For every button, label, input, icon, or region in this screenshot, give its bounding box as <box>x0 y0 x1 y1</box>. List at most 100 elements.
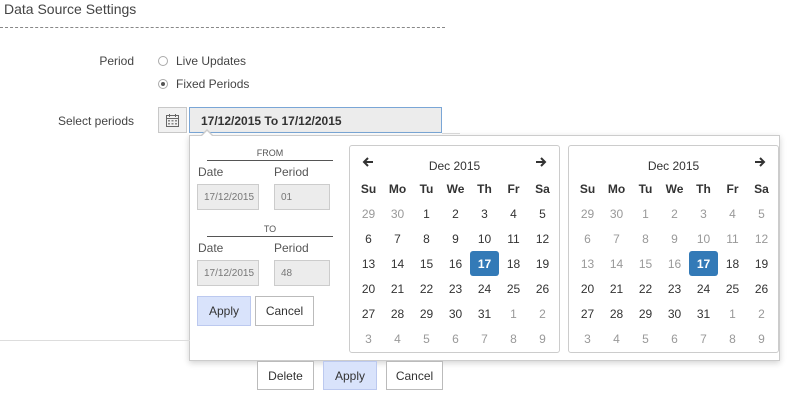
delete-button[interactable]: Delete <box>257 361 314 390</box>
from-date-input[interactable]: 17/12/2015 <box>197 184 259 210</box>
from-period-input[interactable]: 01 <box>274 184 330 210</box>
calendar-day[interactable]: 4 <box>499 201 528 226</box>
calendar-day[interactable]: 19 <box>528 251 557 276</box>
next-month-arrow-icon[interactable] <box>535 155 547 171</box>
calendar-day[interactable]: 20 <box>354 276 383 301</box>
calendar-day[interactable]: 27 <box>354 301 383 326</box>
calendar-day[interactable]: 25 <box>499 276 528 301</box>
calendar-day[interactable]: 1 <box>499 301 528 326</box>
calendar-day[interactable]: 29 <box>573 201 602 226</box>
calendar-day[interactable]: 12 <box>747 226 776 251</box>
calendar-day[interactable]: 16 <box>660 251 689 276</box>
calendar-day[interactable]: 8 <box>631 226 660 251</box>
calendar-day[interactable]: 18 <box>499 251 528 276</box>
popup-apply-button[interactable]: Apply <box>197 296 251 326</box>
calendar-day[interactable]: 15 <box>631 251 660 276</box>
calendar-day[interactable]: 3 <box>470 201 499 226</box>
calendar-day[interactable]: 28 <box>383 301 412 326</box>
next-month-arrow-icon[interactable] <box>754 155 766 171</box>
calendar-day[interactable]: 2 <box>747 301 776 326</box>
calendar-day[interactable]: 29 <box>631 301 660 326</box>
calendar-day[interactable]: 6 <box>660 326 689 351</box>
calendar-day[interactable]: 2 <box>528 301 557 326</box>
calendar-day[interactable]: 2 <box>441 201 470 226</box>
calendar-day[interactable]: 26 <box>747 276 776 301</box>
calendar-day[interactable]: 4 <box>718 201 747 226</box>
to-period-input[interactable]: 48 <box>274 260 330 286</box>
calendar-day[interactable]: 24 <box>470 276 499 301</box>
calendar-day[interactable]: 8 <box>718 326 747 351</box>
calendar-day[interactable]: 18 <box>718 251 747 276</box>
calendar-day[interactable]: 29 <box>354 201 383 226</box>
calendar-day[interactable]: 8 <box>412 226 441 251</box>
calendar-day[interactable]: 11 <box>718 226 747 251</box>
calendar-day[interactable]: 3 <box>689 201 718 226</box>
calendar-day[interactable]: 2 <box>660 201 689 226</box>
calendar-day[interactable]: 27 <box>573 301 602 326</box>
calendar-day[interactable]: 7 <box>689 326 718 351</box>
calendar-day[interactable]: 3 <box>573 326 602 351</box>
calendar-day[interactable]: 31 <box>689 301 718 326</box>
calendar-day[interactable]: 7 <box>383 226 412 251</box>
to-date-input[interactable]: 17/12/2015 <box>197 260 259 286</box>
calendar-day[interactable]: 21 <box>602 276 631 301</box>
calendar-day[interactable]: 11 <box>499 226 528 251</box>
cancel-button[interactable]: Cancel <box>386 361 443 390</box>
calendar-day[interactable]: 29 <box>412 301 441 326</box>
calendar-day[interactable]: 20 <box>573 276 602 301</box>
calendar-day[interactable]: 23 <box>660 276 689 301</box>
calendar-day-selected[interactable]: 17 <box>689 251 718 276</box>
calendar-day[interactable]: 14 <box>383 251 412 276</box>
calendar-day[interactable]: 6 <box>573 226 602 251</box>
calendar-day[interactable]: 22 <box>412 276 441 301</box>
calendar-day[interactable]: 30 <box>660 301 689 326</box>
period-range-input[interactable]: 17/12/2015 To 17/12/2015 <box>189 107 442 133</box>
calendar-day[interactable]: 7 <box>602 226 631 251</box>
radio-fixed-periods[interactable]: Fixed Periods <box>158 77 249 91</box>
radio-icon[interactable] <box>158 56 168 66</box>
calendar-day[interactable]: 26 <box>528 276 557 301</box>
calendar-day[interactable]: 16 <box>441 251 470 276</box>
calendar-day[interactable]: 4 <box>602 326 631 351</box>
apply-button[interactable]: Apply <box>323 361 377 390</box>
calendar-day[interactable]: 7 <box>470 326 499 351</box>
calendar-day[interactable]: 23 <box>441 276 470 301</box>
calendar-day[interactable]: 19 <box>747 251 776 276</box>
calendar-day[interactable]: 5 <box>412 326 441 351</box>
calendar-day[interactable]: 5 <box>528 201 557 226</box>
calendar-day[interactable]: 6 <box>441 326 470 351</box>
calendar-day[interactable]: 9 <box>747 326 776 351</box>
calendar-day[interactable]: 5 <box>631 326 660 351</box>
calendar-day[interactable]: 30 <box>602 201 631 226</box>
calendar-day[interactable]: 5 <box>747 201 776 226</box>
calendar-day[interactable]: 1 <box>631 201 660 226</box>
calendar-day[interactable]: 10 <box>689 226 718 251</box>
calendar-day-selected[interactable]: 17 <box>470 251 499 276</box>
calendar-day[interactable]: 30 <box>441 301 470 326</box>
calendar-day[interactable]: 21 <box>383 276 412 301</box>
calendar-day[interactable]: 13 <box>573 251 602 276</box>
popup-cancel-button[interactable]: Cancel <box>255 296 314 326</box>
calendar-day[interactable]: 4 <box>383 326 412 351</box>
calendar-day[interactable]: 22 <box>631 276 660 301</box>
calendar-day[interactable]: 1 <box>412 201 441 226</box>
radio-live-updates[interactable]: Live Updates <box>158 54 246 68</box>
calendar-day[interactable]: 6 <box>354 226 383 251</box>
calendar-day[interactable]: 15 <box>412 251 441 276</box>
calendar-day[interactable]: 30 <box>383 201 412 226</box>
calendar-day[interactable]: 3 <box>354 326 383 351</box>
calendar-day[interactable]: 14 <box>602 251 631 276</box>
calendar-day[interactable]: 1 <box>718 301 747 326</box>
calendar-day[interactable]: 9 <box>660 226 689 251</box>
calendar-button[interactable] <box>158 107 187 133</box>
calendar-day[interactable]: 25 <box>718 276 747 301</box>
calendar-day[interactable]: 28 <box>602 301 631 326</box>
calendar-day[interactable]: 9 <box>441 226 470 251</box>
calendar-day[interactable]: 10 <box>470 226 499 251</box>
calendar-day[interactable]: 31 <box>470 301 499 326</box>
calendar-day[interactable]: 8 <box>499 326 528 351</box>
calendar-day[interactable]: 24 <box>689 276 718 301</box>
radio-icon[interactable] <box>158 79 168 89</box>
calendar-day[interactable]: 12 <box>528 226 557 251</box>
calendar-day[interactable]: 9 <box>528 326 557 351</box>
